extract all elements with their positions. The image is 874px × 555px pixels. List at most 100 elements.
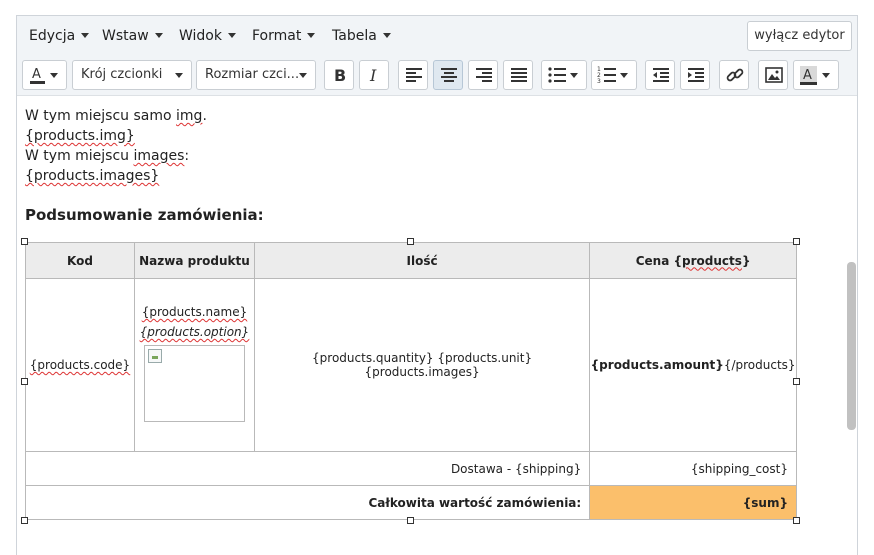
link-icon (726, 68, 744, 82)
chevron-down-icon (227, 33, 236, 38)
menu-label: Widok (179, 28, 222, 44)
text: W tym miejscu samo (25, 108, 177, 124)
resize-handle-bottom-right[interactable] (793, 517, 800, 524)
align-right-button[interactable] (468, 60, 498, 90)
font-family-label: Krój czcionki (81, 67, 163, 82)
resize-handle-top-left[interactable] (21, 238, 28, 245)
placeholder-products-img: {products.img} (25, 128, 135, 144)
bold-icon: B (334, 66, 346, 85)
order-table[interactable]: Kod Nazwa produktu Ilość Cena {products}… (24, 242, 797, 520)
placeholder-products-images: {products.images} (25, 168, 160, 184)
paragraph-img: W tym miejscu samo img. (25, 108, 207, 124)
cell-amount[interactable]: {products.amount}{/products} (589, 278, 797, 452)
image-button[interactable] (758, 60, 788, 90)
total-value[interactable]: {sum} (589, 485, 797, 520)
table-row: {products.code} {products.name} {product… (25, 278, 797, 452)
chevron-down-icon (154, 33, 163, 38)
chevron-down-icon (620, 73, 628, 78)
resize-handle-right[interactable] (793, 378, 800, 385)
numbered-list-icon: 1 2 3 (597, 66, 616, 85)
rich-text-editor: Edycja Wstaw Widok Format Tabela wyłącz … (16, 15, 858, 555)
text: W tym miejscu (25, 148, 134, 164)
vertical-scrollbar[interactable] (847, 262, 856, 430)
cell-code[interactable]: {products.code} (25, 278, 135, 452)
align-center-button[interactable] (433, 60, 463, 90)
cell-product-name[interactable]: {products.name} {products.option} (133, 278, 255, 452)
font-size-select[interactable]: Rozmiar czci... (196, 60, 316, 90)
shipping-cost[interactable]: {shipping_cost} (589, 451, 797, 486)
header-quantity: Ilość (253, 242, 591, 279)
text: } (741, 253, 751, 268)
menu-widok[interactable]: Widok (179, 28, 236, 44)
menu-format[interactable]: Format (252, 28, 316, 44)
placeholder-name: {products.name} (141, 305, 248, 319)
text: : (184, 148, 190, 164)
align-justify-icon (511, 68, 527, 82)
menu-label: Wstaw (102, 28, 149, 44)
svg-text:I: I (369, 66, 377, 85)
resize-handle-bottom-left[interactable] (21, 517, 28, 524)
placeholder-option: {products.option} (139, 325, 250, 339)
broken-image-icon (147, 349, 162, 363)
bold-button[interactable]: B (324, 60, 354, 90)
italic-button[interactable]: I (359, 60, 389, 90)
bullet-list-icon (548, 67, 566, 83)
placeholder-amount: {products.amount} (590, 358, 724, 372)
background-color-button[interactable]: A (793, 60, 839, 90)
resize-handle-left[interactable] (21, 378, 28, 385)
menu-wstaw[interactable]: Wstaw (102, 28, 163, 44)
outdent-button[interactable] (645, 60, 675, 90)
svg-text:3: 3 (597, 78, 601, 85)
resize-handle-top[interactable] (407, 238, 414, 245)
indent-icon (688, 68, 704, 82)
header-price: Cena {products} (589, 242, 797, 279)
align-center-icon (441, 68, 457, 82)
bullet-list-button[interactable] (541, 60, 587, 90)
svg-text:A: A (32, 67, 41, 82)
numbered-list-button[interactable]: 1 2 3 (591, 60, 637, 90)
text: Cena { (635, 253, 683, 268)
editor-content[interactable]: W tym miejscu samo img. {products.img} W… (17, 97, 842, 555)
header-product-name: Nazwa produktu (133, 242, 255, 279)
chevron-down-icon (382, 33, 391, 38)
menu-label: Edycja (29, 28, 76, 44)
header-code: Kod (25, 242, 135, 279)
toolbar: A Krój czcionki Rozmiar czci... B I 1 2 … (17, 56, 857, 96)
shipping-row: Dostawa - {shipping} {shipping_cost} (24, 451, 797, 486)
align-left-button[interactable] (398, 60, 428, 90)
total-label[interactable]: Całkowita wartość zamówienia: (24, 485, 591, 520)
text-color-button[interactable]: A (22, 60, 67, 90)
font-size-label: Rozmiar czci... (205, 67, 300, 82)
svg-text:A: A (803, 68, 812, 83)
toggle-editor-button[interactable]: wyłącz edytor (747, 21, 852, 51)
background-color-icon: A (800, 66, 817, 85)
resize-handle-bottom[interactable] (407, 517, 414, 524)
menu-edycja[interactable]: Edycja (29, 28, 90, 44)
placeholder-close: {/products} (723, 358, 796, 372)
paragraph-images: W tym miejscu images: (25, 148, 189, 164)
chevron-down-icon (81, 33, 90, 38)
align-right-icon (476, 68, 492, 82)
table-header-row: Kod Nazwa produktu Ilość Cena {products} (25, 242, 797, 279)
text: . (202, 108, 207, 124)
broken-image[interactable] (143, 345, 245, 422)
image-icon (765, 67, 783, 83)
link-button[interactable] (719, 60, 749, 90)
text-color-icon: A (30, 67, 45, 84)
font-family-select[interactable]: Krój czcionki (72, 60, 192, 90)
chevron-down-icon (50, 73, 58, 78)
svg-text:B: B (334, 66, 346, 85)
cell-quantity[interactable]: {products.quantity} {products.unit} {pro… (253, 278, 591, 452)
menu-label: Tabela (332, 28, 377, 44)
menu-label: Format (252, 28, 302, 44)
order-summary-heading: Podsumowanie zamówienia: (25, 206, 264, 224)
chevron-down-icon (175, 73, 183, 78)
italic-icon: I (369, 66, 377, 85)
indent-button[interactable] (680, 60, 710, 90)
menu-tabela[interactable]: Tabela (332, 28, 391, 44)
misspelled-word: products (682, 253, 742, 268)
chevron-down-icon (299, 73, 307, 78)
align-justify-button[interactable] (503, 60, 533, 90)
shipping-label[interactable]: Dostawa - {shipping} (24, 451, 591, 486)
resize-handle-top-right[interactable] (793, 238, 800, 245)
